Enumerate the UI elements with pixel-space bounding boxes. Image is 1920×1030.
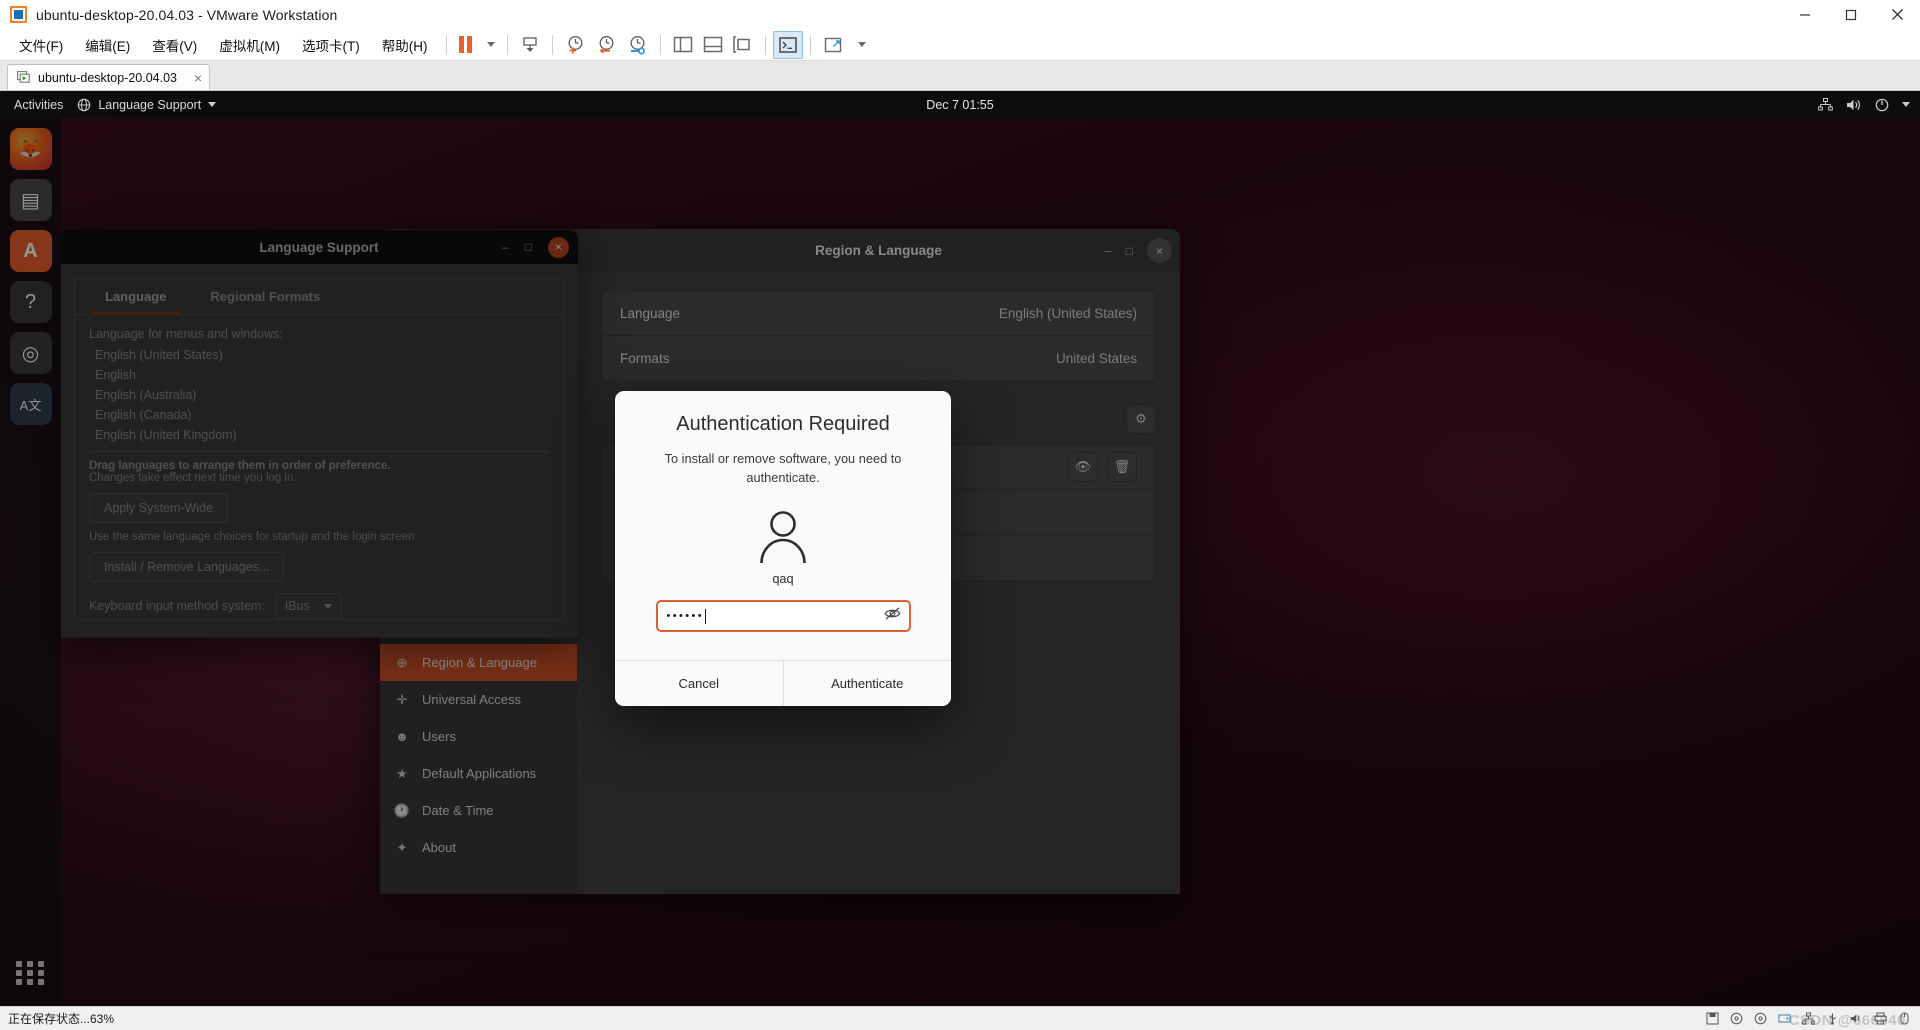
toolbar-separator	[506, 34, 508, 55]
app-menu-button[interactable]: Language Support	[77, 97, 217, 112]
show-left-pane-button[interactable]	[668, 31, 698, 59]
maximize-button[interactable]	[1828, 0, 1874, 29]
menu-view[interactable]: 查看(V)	[141, 31, 208, 59]
network-icon[interactable]	[1801, 1011, 1816, 1026]
keyboard-send-icon	[522, 36, 537, 52]
status-text: 正在保存状态...63%	[8, 1012, 115, 1026]
console-view-button[interactable]	[772, 30, 803, 59]
suspend-button[interactable]	[454, 31, 477, 59]
menu-file[interactable]: 文件(F)	[8, 31, 74, 59]
close-button[interactable]	[1874, 0, 1920, 29]
authentication-dialog: Authentication Required To install or re…	[615, 391, 951, 706]
toolbar-separator	[445, 34, 447, 55]
toolbar-separator	[809, 34, 811, 55]
take-snapshot-button[interactable]	[560, 31, 591, 59]
vm-tab-label: ubuntu-desktop-20.04.03	[38, 70, 177, 85]
guest-vm-screen: Activities Language Support Dec 7 01:55	[0, 91, 1920, 1006]
hdd-icon[interactable]	[1777, 1011, 1792, 1026]
dialog-title: Authentication Required	[676, 413, 890, 435]
vmware-workstation-window: ubuntu-desktop-20.04.03 - VMware Worksta…	[0, 0, 1920, 1030]
vmware-menu-toolbar: 文件(F) 编辑(E) 查看(V) 虚拟机(M) 选项卡(T) 帮助(H)	[0, 29, 1920, 61]
window-title: ubuntu-desktop-20.04.03 - VMware Worksta…	[36, 6, 338, 23]
globe-icon	[78, 98, 91, 111]
menu-tabs[interactable]: 选项卡(T)	[291, 31, 371, 59]
authentication-dialog-actions: Cancel Authenticate	[615, 660, 951, 706]
chevron-down-icon	[208, 102, 217, 107]
window-controls	[1782, 0, 1920, 29]
revert-snapshot-button[interactable]	[591, 31, 622, 59]
vmware-title-bar: ubuntu-desktop-20.04.03 - VMware Worksta…	[0, 0, 1920, 29]
vm-tab[interactable]: ubuntu-desktop-20.04.03 ×	[7, 64, 211, 90]
fullscreen-button[interactable]	[818, 31, 848, 59]
console-icon	[778, 36, 797, 53]
status-device-icons	[1705, 1011, 1912, 1026]
chevron-down-icon	[486, 42, 495, 47]
modal-scrim	[0, 118, 1920, 1006]
toolbar-separator	[764, 34, 766, 55]
cd-icon[interactable]	[1753, 1011, 1768, 1026]
cancel-button[interactable]: Cancel	[615, 661, 783, 706]
panel-bottom-icon	[703, 36, 722, 53]
chevron-down-icon	[857, 42, 866, 47]
menu-help[interactable]: 帮助(H)	[371, 31, 439, 59]
fullscreen-icon	[824, 37, 841, 52]
ubuntu-top-bar: Activities Language Support Dec 7 01:55	[0, 91, 1920, 118]
system-status-icons[interactable]	[1818, 98, 1910, 112]
menu-edit[interactable]: 编辑(E)	[74, 31, 141, 59]
authenticate-button[interactable]: Authenticate	[782, 661, 951, 706]
thumbnail-bar-icon	[732, 36, 750, 53]
vmware-app-icon	[10, 6, 27, 23]
authentication-dialog-body: Authentication Required To install or re…	[615, 391, 951, 660]
app-menu-label: Language Support	[98, 97, 202, 112]
snapshot-manager-button[interactable]	[622, 31, 653, 59]
minimize-button[interactable]	[1782, 0, 1828, 29]
show-bottom-pane-button[interactable]	[698, 31, 728, 59]
fullscreen-dropdown[interactable]	[848, 31, 871, 59]
text-caret	[705, 608, 707, 624]
snapshot-add-icon	[568, 36, 582, 54]
sound-icon[interactable]	[1849, 1011, 1864, 1026]
activities-button[interactable]: Activities	[0, 98, 77, 112]
user-avatar-icon	[753, 505, 813, 565]
toolbar-separator	[659, 34, 661, 55]
power-icon	[1875, 98, 1889, 111]
show-thumbnail-bar-button[interactable]	[728, 31, 758, 59]
chevron-down-icon	[1902, 102, 1910, 107]
tab-close-icon[interactable]: ×	[184, 70, 202, 86]
vmware-status-bar: 正在保存状态...63% CSDN @666640	[0, 1006, 1920, 1030]
usb-icon[interactable]	[1825, 1011, 1840, 1026]
vm-running-icon	[17, 71, 30, 83]
clock[interactable]: Dec 7 01:55	[926, 98, 993, 112]
eye-slash-icon[interactable]	[883, 607, 901, 626]
network-icon	[1818, 98, 1833, 111]
vmware-tab-bar: ubuntu-desktop-20.04.03 ×	[0, 61, 1920, 91]
snapshot-revert-icon	[599, 36, 613, 54]
panel-left-icon	[673, 36, 692, 53]
toolbar-separator	[551, 34, 553, 55]
power-dropdown[interactable]	[477, 31, 500, 59]
username-label: qaq	[772, 571, 794, 587]
menu-vm[interactable]: 虚拟机(M)	[208, 31, 291, 59]
printer-icon[interactable]	[1873, 1011, 1888, 1026]
send-ctrl-alt-del-button[interactable]	[515, 31, 545, 59]
floppy-icon[interactable]	[1705, 1011, 1720, 1026]
volume-icon	[1847, 99, 1860, 110]
mouse-icon[interactable]	[1897, 1011, 1912, 1026]
dialog-message: To install or remove software, you need …	[664, 451, 902, 485]
cd-icon[interactable]	[1729, 1011, 1744, 1026]
pause-icon	[458, 36, 472, 53]
password-input[interactable]: ••••••	[655, 600, 911, 633]
snapshot-manager-icon	[630, 36, 645, 55]
password-value: ••••••	[666, 609, 705, 622]
